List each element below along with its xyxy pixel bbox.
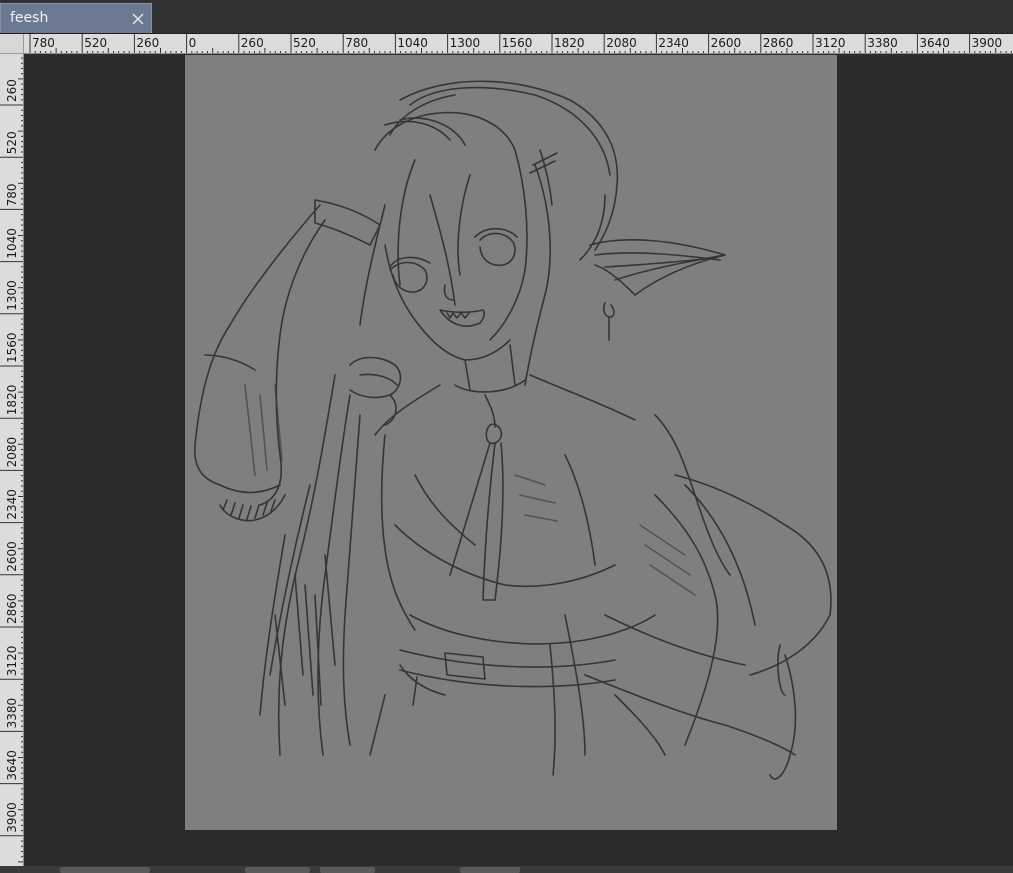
horizontal-ruler-label: 2860 xyxy=(763,36,794,50)
vertical-ruler-label: 3380 xyxy=(5,698,19,729)
horizontal-ruler-label: 260 xyxy=(241,36,264,50)
vertical-ruler-label: 260 xyxy=(5,79,19,102)
vertical-ruler-label: 3120 xyxy=(5,646,19,677)
vertical-ruler-label: 520 xyxy=(5,131,19,154)
document-tab-feesh[interactable]: feesh xyxy=(0,3,152,33)
vertical-ruler[interactable]: 260 520 780 1040 1300 1560 1820 2080 2340 2600 286… xyxy=(0,54,24,873)
vertical-ruler-label: 2080 xyxy=(5,437,19,468)
bottom-strip-button[interactable] xyxy=(460,867,520,873)
bottom-strip-button[interactable] xyxy=(245,867,310,873)
ruler-corner xyxy=(0,34,24,54)
horizontal-ruler-marks: 780 520 260 0 260 520 780 1040 1300 1560 1820 2080 2… xyxy=(29,34,1012,53)
horizontal-ruler-label: 3120 xyxy=(815,36,846,50)
close-icon[interactable] xyxy=(129,10,147,28)
vertical-ruler-label: 2860 xyxy=(5,593,19,624)
horizontal-ruler-label: 3900 xyxy=(972,36,1003,50)
horizontal-ruler-label: 1040 xyxy=(397,36,428,50)
document-tab-bar: feesh xyxy=(0,0,1013,34)
vertical-ruler-label: 2600 xyxy=(5,541,19,572)
horizontal-ruler-label: 780 xyxy=(345,36,368,50)
horizontal-ruler-label: 520 xyxy=(84,36,107,50)
vertical-ruler-marks: 260 520 780 1040 1300 1560 1820 2080 2340 2600 286… xyxy=(0,57,23,873)
horizontal-ruler-label: 1820 xyxy=(554,36,585,50)
horizontal-ruler-label: 260 xyxy=(136,36,159,50)
vertical-ruler-label: 1560 xyxy=(5,332,19,363)
horizontal-ruler-label: 0 xyxy=(189,36,197,50)
vertical-ruler-label: 3640 xyxy=(5,750,19,781)
vertical-ruler-label: 2340 xyxy=(5,489,19,520)
vertical-ruler-label: 1040 xyxy=(5,228,19,259)
bottom-strip-button[interactable] xyxy=(60,867,150,873)
document-tab-title: feesh xyxy=(10,10,49,26)
drawing-canvas[interactable] xyxy=(185,55,837,830)
vertical-ruler-label: 780 xyxy=(5,183,19,206)
horizontal-ruler-label: 3640 xyxy=(919,36,950,50)
vertical-ruler-label: 1820 xyxy=(5,385,19,416)
horizontal-ruler-label: 3380 xyxy=(867,36,898,50)
horizontal-ruler[interactable]: 780 520 260 0 260 520 780 1040 1300 1560 1820 2080 2… xyxy=(24,34,1013,54)
sketch-artwork xyxy=(194,80,832,780)
horizontal-ruler-label: 1300 xyxy=(450,36,481,50)
horizontal-ruler-label: 2340 xyxy=(658,36,689,50)
vertical-ruler-label: 3900 xyxy=(5,802,19,833)
horizontal-ruler-label: 2080 xyxy=(606,36,637,50)
horizontal-ruler-label: 1560 xyxy=(502,36,533,50)
horizontal-ruler-label: 780 xyxy=(32,36,55,50)
horizontal-ruler-label: 520 xyxy=(293,36,316,50)
vertical-ruler-label: 1300 xyxy=(5,280,19,311)
horizontal-ruler-label: 2600 xyxy=(711,36,742,50)
bottom-strip-button[interactable] xyxy=(320,867,375,873)
